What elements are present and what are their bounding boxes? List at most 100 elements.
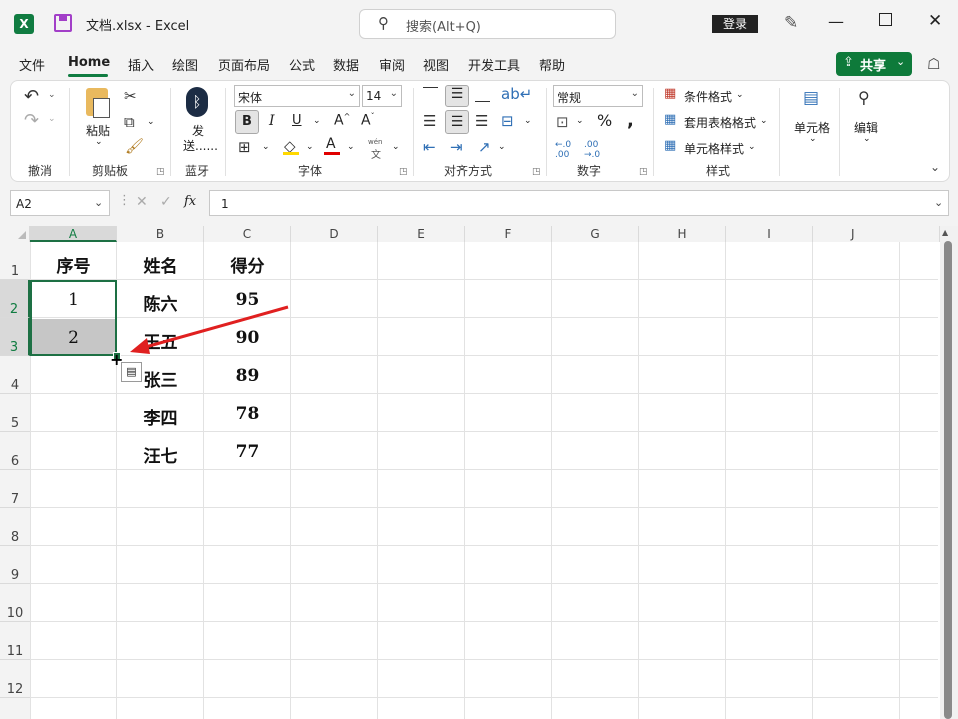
cell-b6[interactable]: 汪七: [117, 442, 204, 467]
comma-style-icon[interactable]: ,: [627, 110, 634, 131]
login-button[interactable]: 登录: [712, 15, 758, 33]
underline-dropdown-icon[interactable]: ⌄: [313, 116, 321, 126]
cell-a3[interactable]: 2: [30, 328, 117, 348]
align-top-icon[interactable]: ⎺: [423, 85, 438, 103]
align-middle-icon[interactable]: ☰: [445, 85, 469, 107]
row-header[interactable]: [0, 698, 30, 719]
row-header[interactable]: 12: [0, 660, 30, 698]
align-center-icon[interactable]: ☰: [445, 110, 469, 134]
border-dropdown-icon[interactable]: ⌄: [262, 142, 270, 152]
cell-c6[interactable]: 77: [204, 442, 291, 462]
tab-data[interactable]: 数据: [333, 55, 359, 74]
tab-file[interactable]: 文件: [19, 55, 45, 74]
tab-developer[interactable]: 开发工具: [468, 55, 520, 74]
share-button[interactable]: ⇪ 共享 ⌄: [836, 52, 912, 76]
bold-button[interactable]: B: [235, 110, 259, 134]
cell-a1[interactable]: 序号: [30, 252, 117, 277]
row-header[interactable]: 7: [0, 470, 30, 508]
search-edit-icon[interactable]: ⚲: [858, 88, 870, 107]
scrollbar-thumb[interactable]: [944, 241, 952, 719]
row-header[interactable]: 2: [0, 280, 30, 318]
row-header[interactable]: 4: [0, 356, 30, 394]
format-as-table-button[interactable]: 套用表格格式: [684, 114, 756, 131]
tab-review[interactable]: 审阅: [379, 55, 405, 74]
column-header[interactable]: H: [639, 226, 726, 242]
cell-b1[interactable]: 姓名: [117, 252, 204, 277]
tab-page-layout[interactable]: 页面布局: [218, 55, 270, 74]
cells-icon[interactable]: ▤: [803, 88, 819, 108]
phonetic-icon[interactable]: wén: [368, 138, 382, 146]
row-header[interactable]: 1: [0, 242, 30, 280]
autofill-options-icon[interactable]: ▤: [121, 362, 142, 382]
align-left-icon[interactable]: ☰: [423, 112, 436, 130]
align-right-icon[interactable]: ☰: [475, 112, 488, 130]
undo-dropdown-icon[interactable]: ⌄: [48, 90, 56, 100]
column-header[interactable]: I: [726, 226, 813, 242]
tab-home[interactable]: Home: [68, 55, 110, 70]
scroll-up-icon[interactable]: ▲: [942, 228, 948, 237]
number-format-select[interactable]: 常规 ⌄: [553, 85, 643, 107]
confirm-icon[interactable]: ✓: [160, 194, 172, 210]
chevron-down-icon[interactable]: ⌄: [94, 196, 103, 209]
merge-center-icon[interactable]: ⊟: [501, 112, 514, 130]
merge-dropdown-icon[interactable]: ⌄: [524, 116, 532, 126]
column-header[interactable]: D: [291, 226, 378, 242]
row-header[interactable]: 11: [0, 622, 30, 660]
copy-dropdown-icon[interactable]: ⌄: [147, 117, 155, 127]
redo-icon[interactable]: ↷: [24, 110, 39, 131]
paste-dropdown-icon[interactable]: ⌄: [95, 137, 103, 147]
row-header[interactable]: 6: [0, 432, 30, 470]
pen-icon[interactable]: ✎: [784, 13, 798, 33]
tab-formulas[interactable]: 公式: [289, 55, 315, 74]
comment-icon[interactable]: ☖: [927, 55, 940, 73]
column-header[interactable]: E: [378, 226, 465, 242]
cell-styles-icon[interactable]: ▦: [664, 138, 676, 153]
wrap-text-icon[interactable]: ab↵: [501, 85, 532, 103]
increase-decimal-icon[interactable]: ←.0.00: [555, 140, 571, 160]
column-header[interactable]: C: [204, 226, 291, 242]
cell-c1[interactable]: 得分: [204, 252, 291, 277]
column-header[interactable]: B: [117, 226, 204, 242]
phonetic-dropdown-icon[interactable]: ⌄: [392, 142, 400, 152]
ribbon-collapse-icon[interactable]: ⌄: [930, 160, 940, 174]
insert-function-icon[interactable]: fx: [184, 194, 196, 209]
column-header[interactable]: F: [465, 226, 552, 242]
font-size-select[interactable]: 14 ⌄: [362, 85, 402, 107]
send-label-2[interactable]: 送......: [183, 137, 218, 154]
alignment-launcher-icon[interactable]: ◳: [532, 167, 541, 177]
font-name-select[interactable]: 宋体 ⌄: [234, 85, 360, 107]
cell-a2[interactable]: 1: [30, 290, 117, 310]
formula-input[interactable]: [209, 190, 949, 216]
search-box[interactable]: [359, 9, 616, 39]
column-header[interactable]: J: [813, 226, 940, 242]
clipboard-launcher-icon[interactable]: ◳: [156, 167, 165, 177]
column-header[interactable]: A: [30, 226, 117, 242]
maximize-button[interactable]: [879, 13, 892, 26]
format-as-table-icon[interactable]: ▦: [664, 112, 676, 127]
fill-color-dropdown-icon[interactable]: ⌄: [306, 142, 314, 152]
close-button[interactable]: ✕: [928, 11, 942, 31]
increase-font-icon[interactable]: A^: [334, 112, 350, 129]
chevron-down-icon[interactable]: ⌄: [934, 196, 943, 209]
align-bottom-icon[interactable]: ⎽: [475, 85, 490, 103]
cell-c4[interactable]: 89: [204, 366, 291, 386]
cut-icon[interactable]: ✂: [124, 87, 137, 105]
cells-dropdown-icon[interactable]: ⌄: [809, 134, 817, 144]
cell-c5[interactable]: 78: [204, 404, 291, 424]
font-color-icon[interactable]: A: [326, 136, 336, 152]
tab-help[interactable]: 帮助: [539, 55, 565, 74]
row-header[interactable]: 9: [0, 546, 30, 584]
cell-styles-button[interactable]: 单元格样式: [684, 140, 744, 157]
editing-dropdown-icon[interactable]: ⌄: [863, 134, 871, 144]
copy-icon[interactable]: ⧉: [124, 113, 135, 131]
tab-view[interactable]: 视图: [423, 55, 449, 74]
row-header[interactable]: 5: [0, 394, 30, 432]
orientation-icon[interactable]: ↗: [478, 138, 491, 156]
increase-indent-icon[interactable]: ⇥: [450, 138, 463, 156]
font-launcher-icon[interactable]: ◳: [399, 167, 408, 177]
border-icon[interactable]: ⊞: [238, 138, 251, 156]
italic-button[interactable]: I: [269, 113, 275, 129]
format-table-dropdown-icon[interactable]: ⌄: [760, 116, 768, 126]
tab-draw[interactable]: 绘图: [172, 55, 198, 74]
row-header[interactable]: 8: [0, 508, 30, 546]
